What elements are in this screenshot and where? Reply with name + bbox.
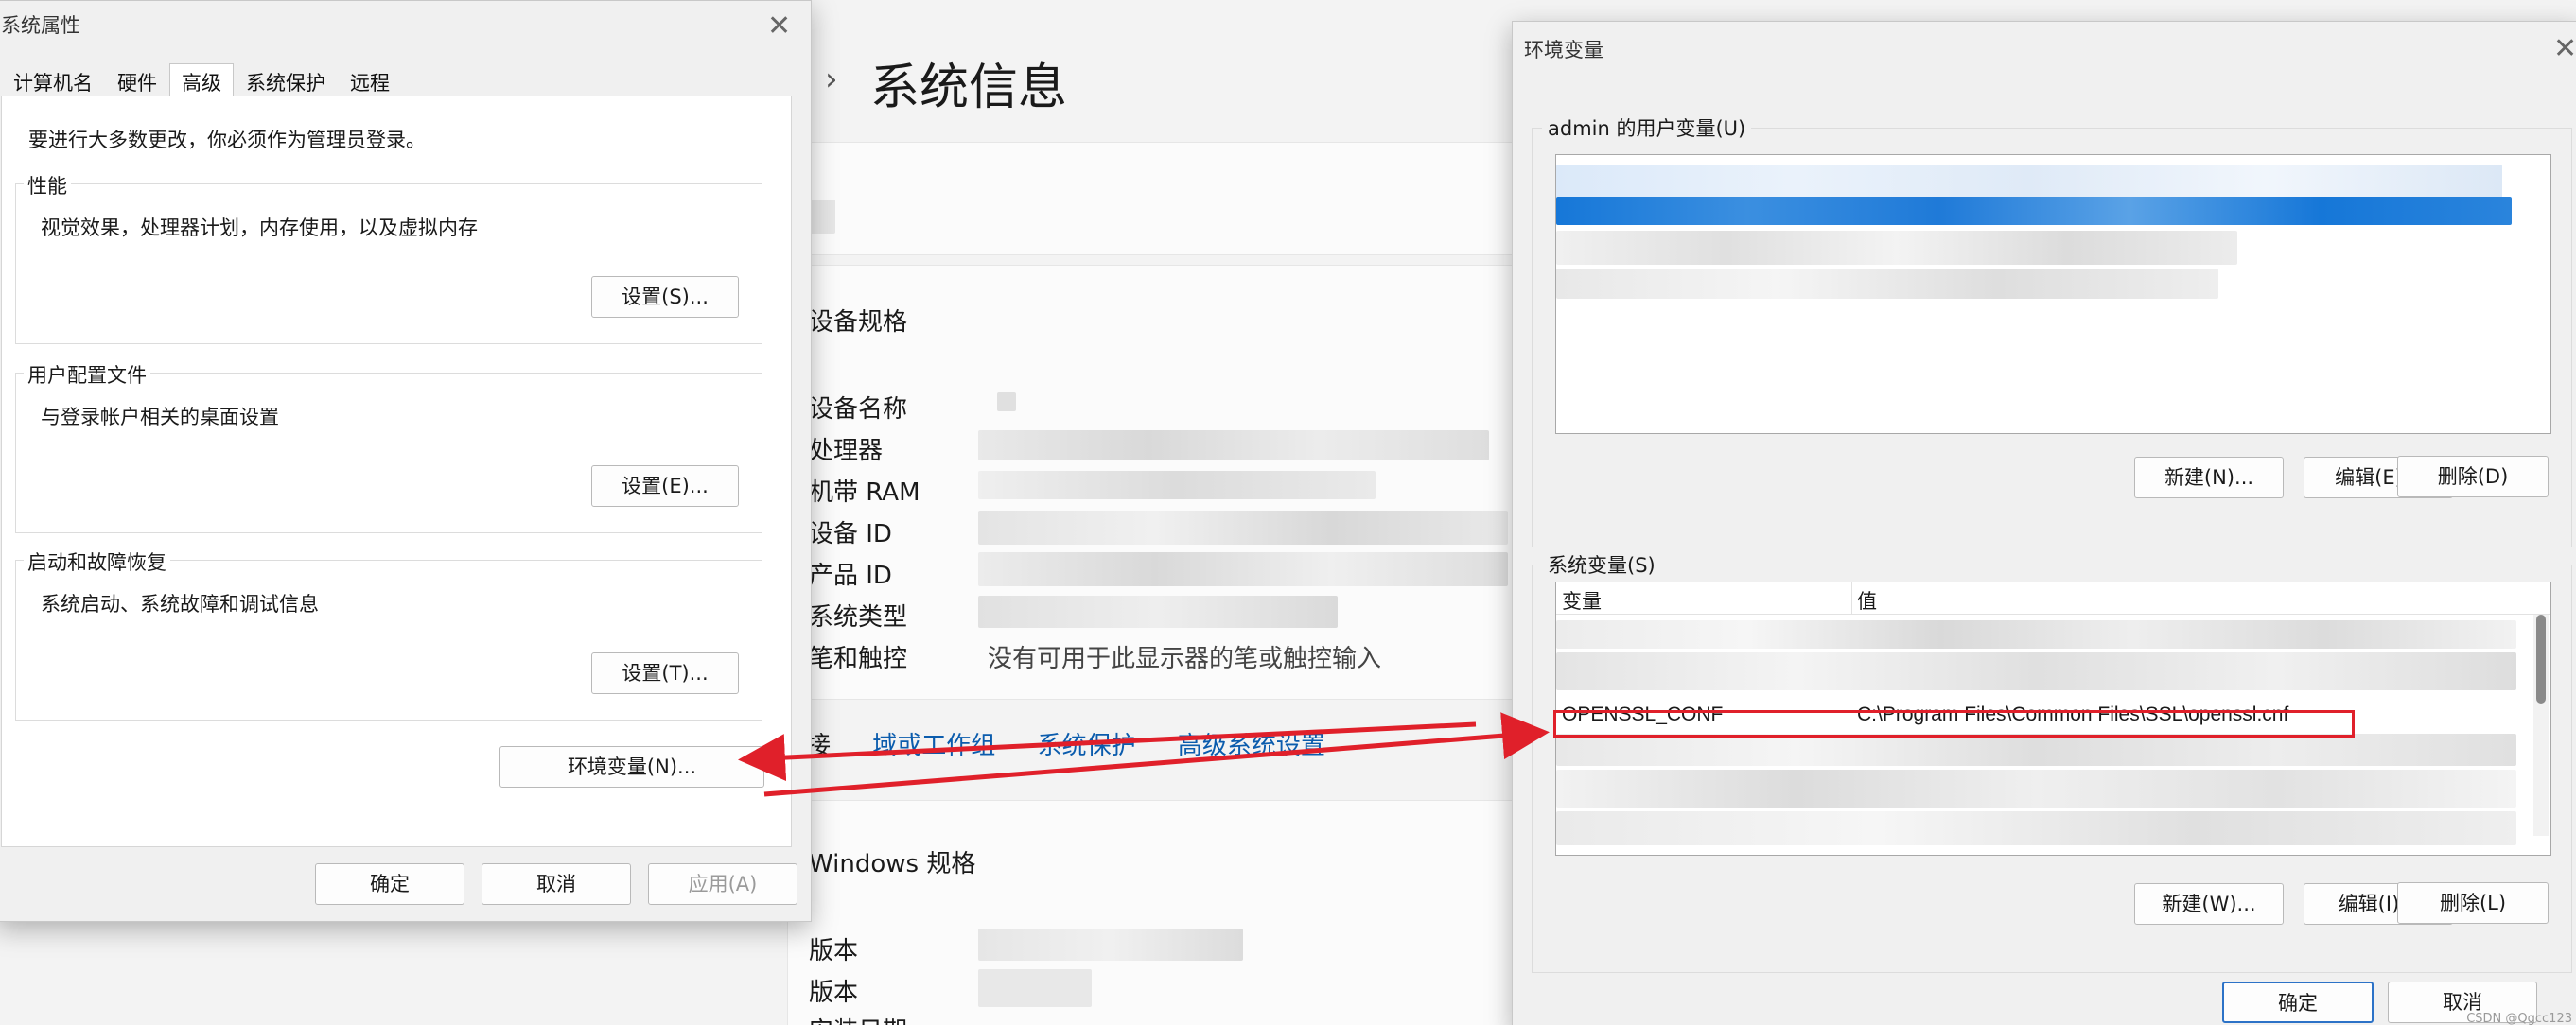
annotation-arrows [738,712,1550,797]
arrow-to-env-button [738,721,1477,782]
